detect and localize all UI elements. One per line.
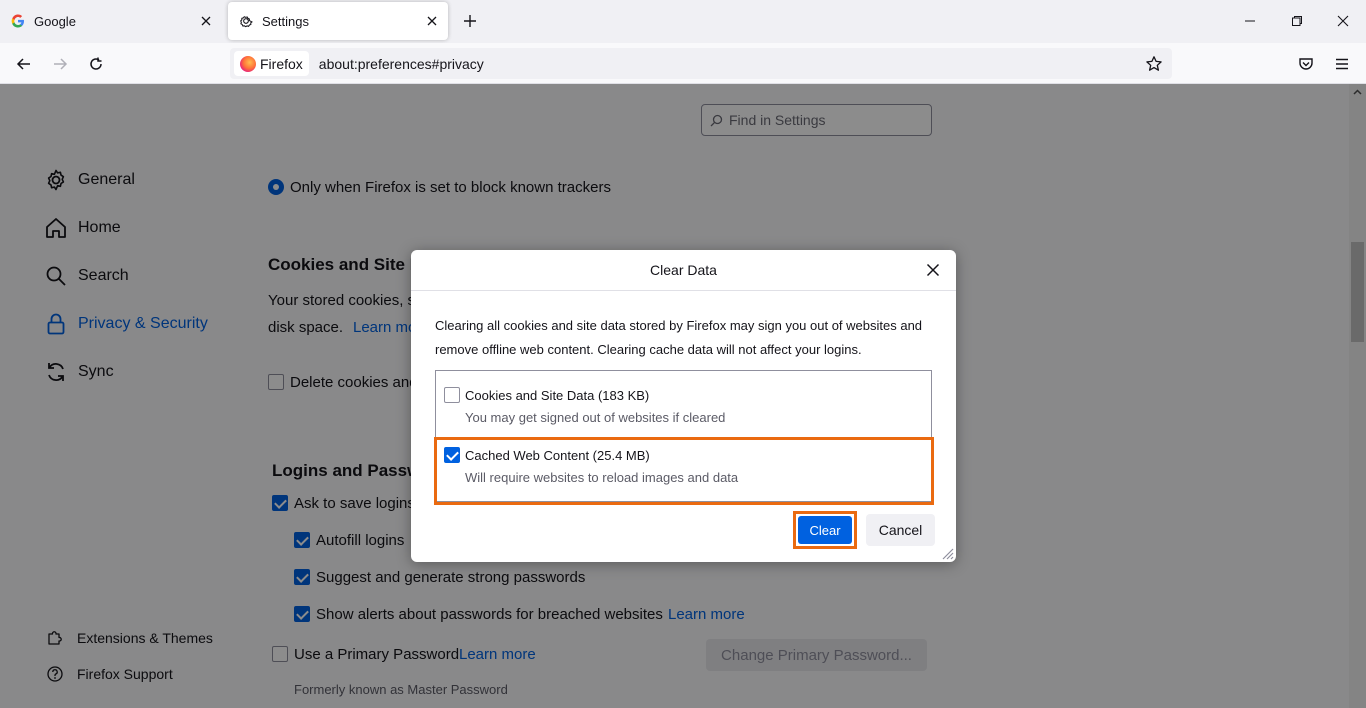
reload-button[interactable] bbox=[81, 49, 111, 79]
option-sublabel: You may get signed out of websites if cl… bbox=[465, 410, 726, 425]
tab-title: Settings bbox=[262, 13, 309, 29]
url-bar[interactable]: Firefox about:preferences#privacy bbox=[230, 48, 1172, 79]
cancel-button[interactable]: Cancel bbox=[866, 514, 935, 546]
dialog-description: Clearing all cookies and site data store… bbox=[435, 318, 923, 357]
resize-grip-icon[interactable] bbox=[940, 546, 954, 560]
close-icon[interactable] bbox=[922, 259, 944, 281]
clear-options-list: Cookies and Site Data (183 KB) You may g… bbox=[434, 370, 934, 505]
gear-icon bbox=[238, 13, 254, 29]
cached-web-content-checkbox[interactable] bbox=[444, 447, 460, 463]
pocket-icon[interactable] bbox=[1291, 49, 1321, 79]
new-tab-button[interactable] bbox=[458, 9, 482, 33]
cookies-site-data-checkbox[interactable] bbox=[444, 387, 460, 403]
identity-box[interactable]: Firefox bbox=[234, 51, 309, 76]
close-icon[interactable] bbox=[420, 9, 444, 33]
menu-icon[interactable] bbox=[1327, 49, 1357, 79]
firefox-logo-icon bbox=[240, 55, 256, 72]
tab-settings[interactable]: Settings bbox=[228, 2, 448, 40]
window-close-button[interactable] bbox=[1323, 6, 1363, 36]
back-button[interactable] bbox=[9, 49, 39, 79]
tab-strip: Google Settings bbox=[0, 0, 1366, 43]
cookies-option[interactable]: Cookies and Site Data (183 KB) You may g… bbox=[436, 371, 931, 429]
minimize-button[interactable] bbox=[1230, 6, 1270, 36]
option-sublabel: Will require websites to reload images a… bbox=[465, 470, 739, 485]
nav-bar: Firefox about:preferences#privacy bbox=[0, 43, 1366, 84]
dialog-title: Clear Data bbox=[411, 250, 956, 291]
tab-title: Google bbox=[34, 13, 76, 29]
url-text[interactable]: about:preferences#privacy bbox=[319, 56, 484, 72]
cached-content-option[interactable]: Cached Web Content (25.4 MB) Will requir… bbox=[434, 437, 934, 505]
forward-button[interactable] bbox=[45, 49, 75, 79]
bookmark-star-icon[interactable] bbox=[1142, 52, 1166, 76]
clear-data-dialog: Clear Data Clearing all cookies and site… bbox=[411, 250, 956, 562]
option-label: Cookies and Site Data (183 KB) bbox=[465, 388, 650, 403]
close-icon[interactable] bbox=[194, 9, 218, 33]
identity-label: Firefox bbox=[260, 55, 303, 72]
clear-button[interactable]: Clear bbox=[798, 516, 852, 544]
google-icon bbox=[10, 13, 26, 29]
tab-google[interactable]: Google bbox=[0, 2, 222, 40]
clear-button-highlight: Clear bbox=[793, 511, 857, 549]
restore-button[interactable] bbox=[1277, 6, 1317, 36]
option-label: Cached Web Content (25.4 MB) bbox=[465, 448, 650, 463]
